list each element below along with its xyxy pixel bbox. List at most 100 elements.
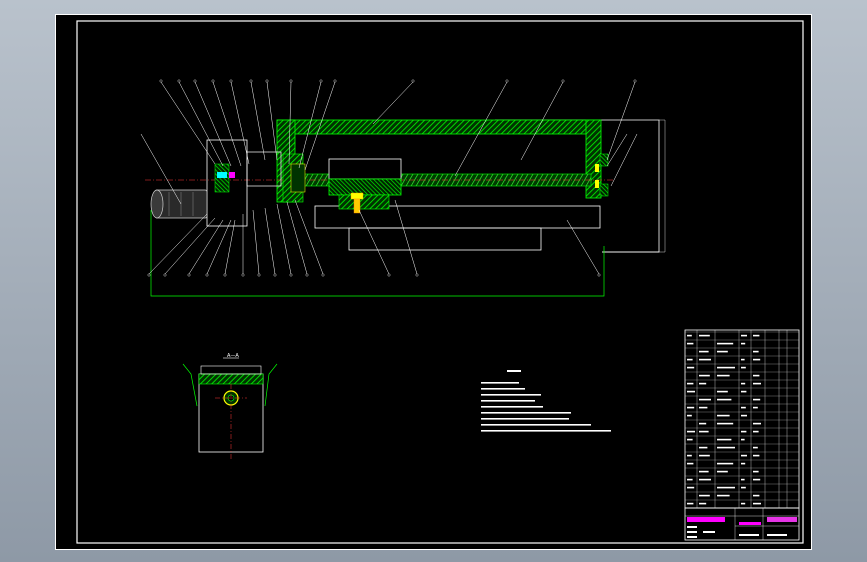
parts-cell-text (699, 334, 710, 337)
parts-cell-text (717, 414, 730, 417)
cad-drawing: A—A (55, 14, 812, 550)
parts-cell-text (687, 334, 692, 337)
parts-cell-text (687, 382, 694, 385)
parts-cell-text (741, 366, 746, 369)
parts-cell-text (753, 454, 760, 457)
coupling-cyan (217, 172, 227, 178)
carriage-nut (328, 178, 402, 196)
parts-cell-text (687, 390, 695, 393)
parts-cell-text (753, 398, 761, 401)
parts-cell-text (753, 334, 760, 337)
section-view: A—A (182, 353, 278, 460)
parts-cell-text (699, 350, 709, 353)
parts-cell-text (699, 454, 710, 457)
section-label: A—A (227, 353, 239, 359)
parts-cell-text (699, 430, 709, 433)
parts-cell-text (687, 430, 695, 433)
parts-cell-text (687, 366, 695, 369)
technical-notes (481, 370, 611, 432)
parts-cell-text (741, 390, 747, 393)
parts-cell-text (741, 454, 747, 457)
parts-cell-text (717, 374, 730, 377)
parts-cell-text (699, 374, 710, 377)
parts-cell-text (687, 438, 693, 441)
parts-cell-text (741, 486, 746, 489)
parts-cell-text (741, 478, 745, 481)
parts-list (684, 329, 800, 509)
parts-cell-text (687, 478, 693, 481)
parts-cell-text (699, 422, 707, 425)
outer-border (55, 14, 812, 550)
parts-cell-text (699, 446, 708, 449)
parts-cell-text (699, 382, 707, 385)
section-top-band (198, 373, 264, 385)
parts-cell-text (687, 358, 693, 361)
parts-cell-text (741, 334, 747, 337)
parts-cell-text (687, 342, 694, 345)
parts-cell-text (717, 350, 728, 353)
motor-body-icon (150, 189, 208, 219)
parts-cell-text (687, 454, 692, 457)
coupling-shaft-tube (246, 151, 282, 187)
parts-cell-text (741, 462, 746, 465)
parts-cell-text (717, 494, 730, 497)
parts-cell-text (717, 470, 728, 473)
parts-cell-text (741, 382, 746, 385)
parts-cell-text (699, 494, 710, 497)
dimension-overall (150, 210, 605, 297)
parts-cell-text (753, 494, 760, 497)
cylinder-top-wall (276, 119, 600, 135)
coupling-magenta (229, 172, 235, 178)
parts-cell-text (699, 478, 711, 481)
parts-cell-text (717, 366, 735, 369)
parts-cell-text (717, 446, 735, 449)
parts-cell-text (717, 390, 728, 393)
parts-cell-text (699, 358, 711, 361)
parts-cell-text (699, 470, 709, 473)
dimension-height (659, 119, 666, 253)
drawing-sheet: A—A (55, 14, 812, 550)
title-block (684, 507, 800, 541)
parts-cell-text (741, 430, 747, 433)
carriage-body (328, 158, 402, 180)
parts-cell-text (753, 350, 759, 353)
inner-frame (76, 20, 804, 544)
parts-cell-text (753, 470, 759, 473)
leader-lines-bottom (148, 199, 600, 275)
parts-cell-text (753, 406, 758, 409)
parts-cell-text (687, 406, 695, 409)
parts-cell-text (753, 502, 761, 505)
parts-cell-text (699, 406, 708, 409)
section-arrow-right (264, 363, 278, 407)
parts-cell-text (687, 502, 694, 505)
parts-cell-text (717, 342, 734, 345)
parts-cell-text (753, 358, 761, 361)
parts-cell-text (753, 430, 759, 433)
parts-cell-text (687, 486, 695, 489)
slide-rail-foot (348, 227, 542, 251)
section-top-cap (200, 365, 262, 375)
parts-cell-text (753, 478, 761, 481)
parts-cell-text (699, 502, 707, 505)
main-assembly-view (140, 79, 666, 297)
parts-cell-text (699, 398, 711, 401)
parts-cell-text (717, 398, 732, 401)
parts-cell-text (717, 462, 734, 465)
parts-cell-text (753, 382, 761, 385)
parts-cell-text (741, 342, 746, 345)
parts-cell-text (741, 438, 745, 441)
parts-cell-text (717, 438, 732, 441)
section-arrow-left (182, 363, 198, 407)
parts-cell-text (753, 446, 758, 449)
parts-cell-text (741, 406, 746, 409)
parts-cell-text (741, 414, 747, 417)
flange-bearing (290, 163, 306, 193)
parts-cell-text (741, 358, 745, 361)
parts-cell-text (687, 462, 694, 465)
parts-cell-text (753, 374, 760, 377)
parts-cell-text (753, 422, 761, 425)
parts-cell-text (687, 414, 692, 417)
parts-cell-text (741, 502, 746, 505)
carriage-lower (338, 194, 390, 210)
parts-cell-text (717, 486, 735, 489)
